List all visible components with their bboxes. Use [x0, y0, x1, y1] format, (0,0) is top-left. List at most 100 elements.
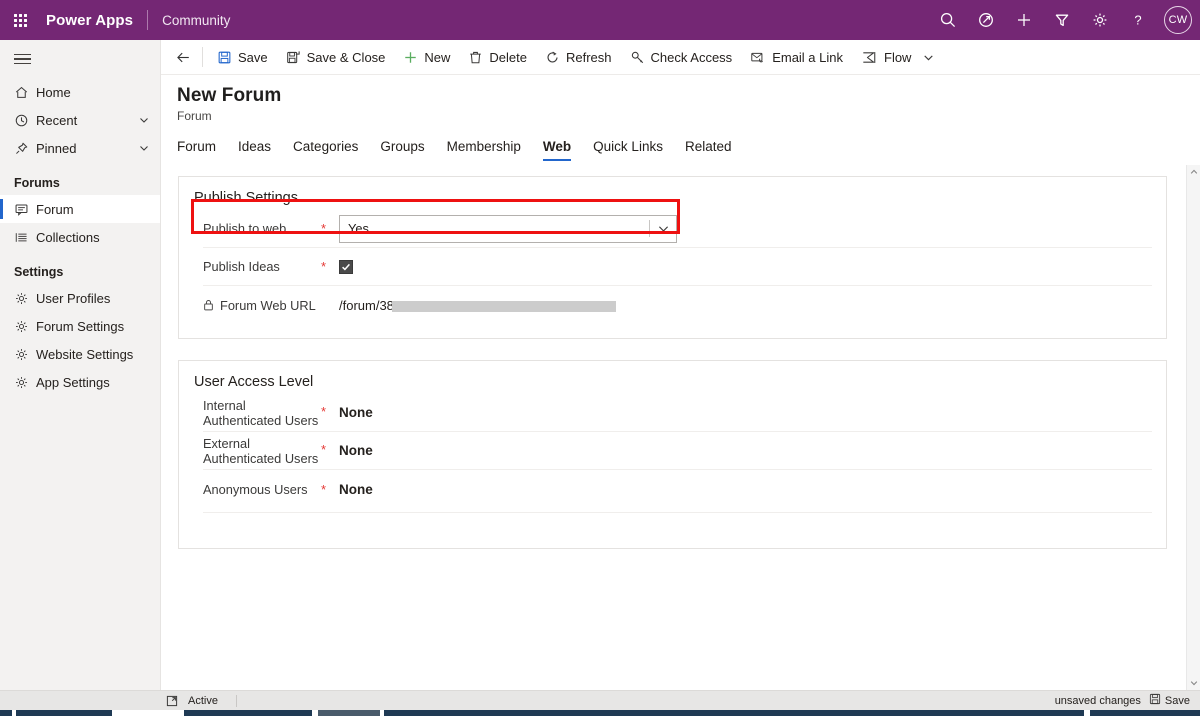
scroll-down-arrow-icon[interactable]: [1187, 676, 1200, 690]
assistant-icon[interactable]: [970, 4, 1002, 36]
chevron-down-icon[interactable]: [650, 222, 676, 235]
delete-button[interactable]: Delete: [459, 43, 536, 71]
status-bar-left: Active: [0, 694, 237, 707]
command-label: Save & Close: [306, 49, 386, 65]
app-launcher-icon[interactable]: [0, 0, 40, 40]
tab-groups[interactable]: Groups: [369, 135, 435, 161]
save-floppy-icon: [217, 50, 232, 65]
email-a-link-button[interactable]: Email a Link: [741, 43, 852, 71]
sidebar-item-label: Website Settings: [36, 346, 134, 362]
access-level-value[interactable]: None: [339, 405, 373, 420]
sidebar-toggle-icon[interactable]: [0, 40, 160, 78]
strip-segment: [384, 710, 1084, 716]
sidebar-item-label: Forum: [36, 201, 74, 217]
unsaved-changes-label: unsaved changes: [1054, 694, 1141, 707]
email-link-icon: [750, 50, 766, 65]
tab-web[interactable]: Web: [532, 135, 582, 161]
save-and-close-button[interactable]: Save & Close: [277, 43, 395, 71]
sidebar-item-app-settings[interactable]: App Settings: [0, 368, 160, 396]
sidebar-item-label: Collections: [36, 229, 100, 245]
access-level-value[interactable]: None: [339, 482, 373, 497]
save-button[interactable]: Save: [208, 43, 277, 71]
section-title: Publish Settings: [194, 190, 298, 206]
back-button[interactable]: [167, 43, 199, 71]
publish-ideas-checkbox[interactable]: [339, 259, 353, 274]
field-label: Publish to web: [203, 221, 287, 236]
flow-button[interactable]: Flow: [852, 43, 920, 71]
sidebar-item-collections[interactable]: Collections: [0, 223, 160, 251]
trash-icon: [468, 50, 483, 65]
gear-icon: [14, 347, 36, 362]
gear-icon: [14, 375, 36, 390]
strip-segment: [0, 710, 12, 716]
form-area: New Forum Forum Forum Ideas Categories G…: [161, 75, 1200, 690]
page-title: New Forum: [177, 85, 282, 106]
field-label-line2: Authenticated Users: [203, 450, 319, 466]
environment-name[interactable]: Community: [148, 13, 230, 28]
field-label-line1: External: [203, 435, 250, 451]
tab-quick-links[interactable]: Quick Links: [582, 135, 674, 161]
sidebar-item-user-profiles[interactable]: User Profiles: [0, 284, 160, 312]
sidebar-item-forum-settings[interactable]: Forum Settings: [0, 312, 160, 340]
command-label: Flow: [884, 49, 912, 65]
plus-icon: [403, 50, 418, 65]
search-icon[interactable]: [932, 4, 964, 36]
check-access-button[interactable]: Check Access: [621, 43, 742, 71]
tab-ideas[interactable]: Ideas: [227, 135, 282, 161]
new-button[interactable]: New: [394, 43, 459, 71]
sidebar-item-recent[interactable]: Recent: [0, 106, 160, 134]
field-label: External Authenticated Users: [203, 436, 321, 466]
field-label: Forum Web URL: [220, 297, 316, 313]
access-level-value[interactable]: None: [339, 443, 373, 458]
new-icon[interactable]: [1008, 4, 1040, 36]
anonymous-users-row: Anonymous Users * None: [203, 470, 1152, 508]
top-navigation-bar: Power Apps Community ? CW: [0, 0, 1200, 40]
dropdown-value: Yes: [348, 221, 369, 236]
sidebar-item-label: Recent: [36, 112, 78, 128]
form-tabs: Forum Ideas Categories Groups Membership…: [161, 123, 1200, 162]
tab-related[interactable]: Related: [674, 135, 743, 161]
chevron-down-icon[interactable]: [138, 114, 150, 126]
settings-gear-icon[interactable]: [1084, 4, 1116, 36]
help-icon[interactable]: ?: [1122, 4, 1154, 36]
publish-to-web-dropdown[interactable]: Yes: [339, 214, 677, 243]
flow-chevron-down-icon[interactable]: [920, 51, 939, 64]
required-indicator: *: [321, 404, 327, 419]
required-indicator: *: [321, 442, 327, 457]
sidebar: Home Recent Pinned Forums Forum Collecti…: [0, 40, 161, 690]
scroll-up-arrow-icon[interactable]: [1187, 165, 1200, 179]
checkmark-icon: [342, 263, 350, 270]
status-save-button[interactable]: Save: [1149, 693, 1190, 708]
forum-web-url-value: /forum/38: [339, 298, 616, 313]
section-title: User Access Level: [194, 374, 314, 390]
list-icon: [14, 230, 36, 245]
filter-icon[interactable]: [1046, 4, 1078, 36]
tab-forum[interactable]: Forum: [177, 135, 227, 161]
power-apps-window: Power Apps Community ? CW Home Recent Pi…: [0, 0, 1200, 716]
sidebar-item-home[interactable]: Home: [0, 78, 160, 106]
status-bar: Active unsaved changes Save: [0, 690, 1200, 710]
field-label: Publish Ideas: [203, 259, 280, 274]
tab-categories[interactable]: Categories: [282, 135, 369, 161]
sidebar-item-website-settings[interactable]: Website Settings: [0, 340, 160, 368]
save-floppy-icon: [1149, 693, 1161, 708]
internal-authenticated-users-row: Internal Authenticated Users * None: [203, 394, 1152, 432]
command-label: Save: [238, 49, 268, 65]
key-icon: [630, 50, 645, 65]
brand-title[interactable]: Power Apps: [40, 12, 147, 29]
save-label: Save: [1164, 694, 1190, 707]
tab-membership[interactable]: Membership: [436, 135, 532, 161]
command-label: New: [424, 49, 451, 65]
flow-icon: [861, 50, 878, 65]
user-avatar[interactable]: CW: [1164, 6, 1192, 34]
chevron-down-icon[interactable]: [138, 142, 150, 154]
external-authenticated-users-row: External Authenticated Users * None: [203, 432, 1152, 470]
sidebar-item-forum[interactable]: Forum: [0, 195, 160, 223]
vertical-scrollbar[interactable]: [1186, 165, 1200, 690]
expand-icon[interactable]: [166, 695, 178, 707]
refresh-button[interactable]: Refresh: [536, 43, 621, 71]
refresh-icon: [545, 50, 560, 65]
clock-icon: [14, 113, 36, 128]
sidebar-item-pinned[interactable]: Pinned: [0, 134, 160, 162]
gear-icon: [14, 319, 36, 334]
